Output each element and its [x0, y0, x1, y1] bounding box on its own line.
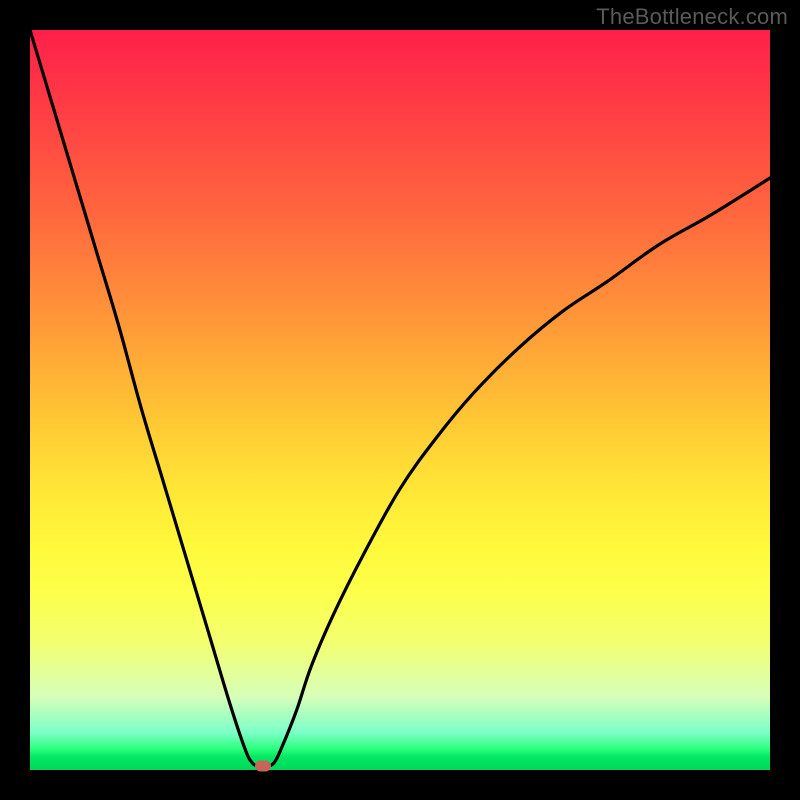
curve-svg	[30, 30, 770, 770]
optimal-point-marker	[255, 760, 271, 771]
bottleneck-curve	[30, 30, 770, 767]
watermark-label: TheBottleneck.com	[596, 4, 788, 30]
plot-area	[30, 30, 770, 770]
chart-frame: TheBottleneck.com	[0, 0, 800, 800]
